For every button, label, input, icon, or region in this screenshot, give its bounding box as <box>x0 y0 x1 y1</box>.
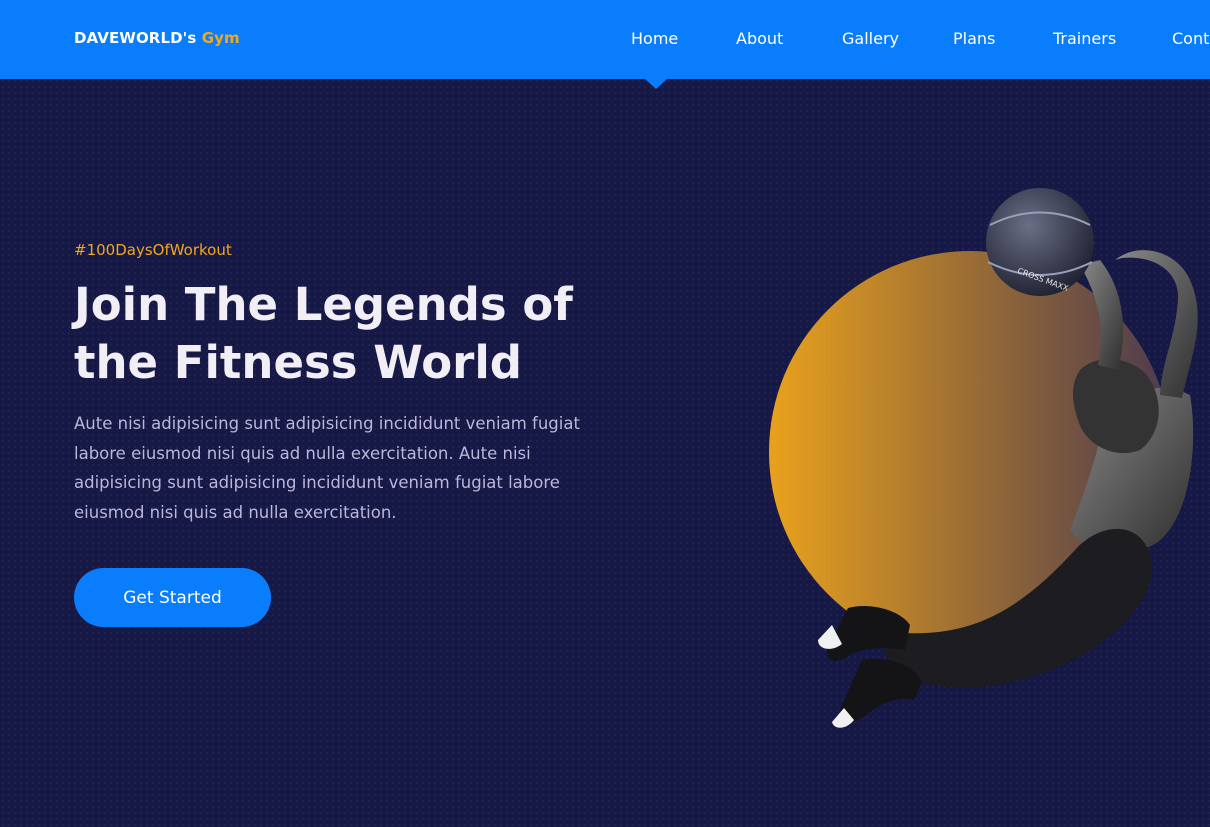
nav-item-contact[interactable]: Contact <box>1172 29 1210 48</box>
brand-accent: Gym <box>201 29 240 47</box>
hero-athlete-image: CROSS MAXX <box>769 188 1198 728</box>
nav-item-about[interactable]: About <box>736 29 783 48</box>
hero-hashtag: #100DaysOfWorkout <box>74 241 232 259</box>
top-navbar: DAVEWORLD's Gym Home About Gallery Plans… <box>0 0 1210 79</box>
hero-title: Join The Legends of the Fitness World <box>74 278 573 389</box>
nav-item-plans[interactable]: Plans <box>953 29 995 48</box>
hero-description: Aute nisi adipisicing sunt adipisicing i… <box>74 414 580 522</box>
brand-logo[interactable]: DAVEWORLD's Gym <box>74 29 240 47</box>
nav-item-trainers[interactable]: Trainers <box>1053 29 1116 48</box>
brand-name: DAVEWORLD's <box>74 29 197 47</box>
nav-item-gallery[interactable]: Gallery <box>842 29 899 48</box>
active-nav-indicator <box>645 79 667 89</box>
nav-item-home[interactable]: Home <box>631 29 678 48</box>
get-started-button[interactable]: Get Started <box>74 568 271 627</box>
